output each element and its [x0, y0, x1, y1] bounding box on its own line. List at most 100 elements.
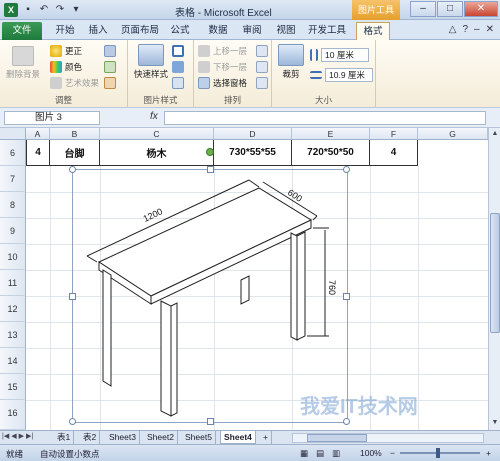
rotate-handle[interactable] — [206, 148, 214, 156]
tab-page-layout[interactable]: 页面布局 — [116, 22, 164, 40]
help-icon[interactable]: ? — [462, 24, 468, 35]
horizontal-scrollbar[interactable] — [292, 433, 484, 443]
vertical-scrollbar[interactable]: ▲ ▼ — [488, 128, 500, 430]
scroll-up-arrow-icon[interactable]: ▲ — [490, 129, 500, 139]
zoom-level[interactable]: 100% — [360, 448, 382, 458]
view-normal-icon[interactable]: ▦ — [300, 448, 308, 459]
minimize-ribbon-icon[interactable]: △ — [449, 24, 457, 35]
prev-sheet-icon[interactable]: ◀ — [11, 432, 16, 440]
sheet-tab-2[interactable]: 表2 — [80, 431, 101, 444]
width-field[interactable]: 10.9 厘米 — [325, 68, 373, 82]
sheet-tab-sheet2[interactable]: Sheet2 — [144, 431, 178, 444]
fx-icon[interactable]: fx — [150, 111, 158, 122]
sheet-tab-1[interactable]: 表1 — [54, 431, 75, 444]
save-icon[interactable]: ▪ — [22, 4, 34, 16]
tab-insert[interactable]: 插入 — [84, 22, 112, 40]
column-header-f[interactable]: F — [370, 128, 418, 140]
customize-qat-icon[interactable]: ▾ — [70, 4, 82, 16]
tab-home[interactable]: 开始 — [48, 22, 82, 40]
cell-a6[interactable]: 4 — [26, 140, 50, 166]
change-picture-button[interactable] — [104, 61, 116, 73]
column-header-g[interactable]: G — [418, 128, 488, 140]
quick-styles-button[interactable]: 快速样式 — [134, 44, 168, 80]
cell-d6[interactable]: 730*55*55 — [214, 140, 292, 166]
view-page-layout-icon[interactable]: ▤ — [316, 448, 324, 459]
worksheet-grid[interactable]: A B C D E F G 6 7 8 9 10 11 12 13 14 15 … — [0, 128, 488, 430]
resize-handle-top[interactable] — [207, 166, 214, 173]
color-button[interactable]: 颜色 — [50, 61, 82, 73]
insert-sheet-icon[interactable]: + — [260, 431, 272, 444]
close-button[interactable]: ✕ — [464, 1, 498, 17]
formula-input[interactable] — [164, 111, 486, 125]
zoom-slider-knob[interactable] — [436, 448, 440, 458]
sheet-tab-sheet4[interactable]: Sheet4 — [220, 431, 256, 444]
reset-picture-button[interactable] — [104, 77, 116, 89]
undo-icon[interactable]: ↶ — [38, 4, 50, 16]
resize-handle-bottom-left[interactable] — [69, 418, 76, 425]
sheet-tab-sheet5[interactable]: Sheet5 — [182, 431, 216, 444]
cell-c6[interactable]: 杨木 — [100, 140, 214, 166]
row-header-12[interactable]: 12 — [0, 296, 26, 322]
vertical-scroll-thumb[interactable] — [490, 213, 500, 333]
tab-developer[interactable]: 开发工具 — [304, 22, 350, 40]
row-header-15[interactable]: 15 — [0, 374, 26, 400]
column-header-c[interactable]: C — [100, 128, 214, 140]
cell-f6[interactable]: 4 — [370, 140, 418, 166]
tab-view[interactable]: 视图 — [272, 22, 300, 40]
zoom-slider[interactable] — [400, 452, 480, 454]
row-header-8[interactable]: 8 — [0, 192, 26, 218]
row-header-16[interactable]: 16 — [0, 400, 26, 430]
bring-forward-button[interactable]: 上移一层 — [198, 45, 247, 57]
sheet-tab-sheet3[interactable]: Sheet3 — [106, 431, 140, 444]
workbook-close-icon[interactable]: ✕ — [486, 24, 494, 35]
first-sheet-icon[interactable]: |◀ — [2, 432, 9, 440]
resize-handle-top-right[interactable] — [343, 166, 350, 173]
horizontal-scroll-thumb[interactable] — [307, 434, 367, 442]
column-header-d[interactable]: D — [214, 128, 292, 140]
tab-data[interactable]: 数据 — [204, 22, 232, 40]
picture-layout-button[interactable] — [172, 77, 184, 89]
row-header-13[interactable]: 13 — [0, 322, 26, 348]
artistic-effects-button[interactable]: 艺术效果 — [50, 77, 99, 89]
excel-app-icon[interactable]: X — [4, 3, 18, 17]
column-header-e[interactable]: E — [292, 128, 370, 140]
row-header-11[interactable]: 11 — [0, 270, 26, 296]
tab-format[interactable]: 格式 — [356, 22, 390, 40]
resize-handle-bottom[interactable] — [207, 418, 214, 425]
last-sheet-icon[interactable]: ▶| — [26, 432, 33, 440]
zoom-in-icon[interactable]: + — [486, 448, 491, 458]
workbook-minimize-icon[interactable]: – — [474, 24, 480, 35]
remove-background-button[interactable]: 删除背景 — [6, 46, 40, 80]
compress-pictures-button[interactable] — [104, 45, 116, 57]
name-box[interactable]: 图片 3 — [4, 111, 100, 125]
resize-handle-top-left[interactable] — [69, 166, 76, 173]
next-sheet-icon[interactable]: ▶ — [19, 432, 24, 440]
row-header-7[interactable]: 7 — [0, 166, 26, 192]
align-button[interactable] — [256, 45, 268, 57]
selection-pane-button[interactable]: 选择窗格 — [198, 77, 247, 89]
height-field[interactable]: 10 厘米 — [321, 48, 369, 62]
corrections-button[interactable]: 更正 — [50, 45, 82, 57]
picture-effects-button[interactable] — [172, 61, 184, 73]
cell-e6[interactable]: 720*50*50 — [292, 140, 370, 166]
crop-button[interactable]: 裁剪 — [278, 44, 304, 80]
select-all-corner[interactable] — [0, 128, 26, 140]
rotate-button[interactable] — [256, 77, 268, 89]
minimize-button[interactable]: – — [410, 1, 436, 17]
group-objects-button[interactable] — [256, 61, 268, 73]
resize-handle-left[interactable] — [69, 293, 76, 300]
table-drawing-picture[interactable]: 1200 600 760 — [69, 166, 350, 425]
row-header-6[interactable]: 6 — [0, 140, 26, 166]
maximize-button[interactable]: □ — [437, 1, 463, 17]
row-header-9[interactable]: 9 — [0, 218, 26, 244]
column-header-a[interactable]: A — [26, 128, 50, 140]
resize-handle-right[interactable] — [343, 293, 350, 300]
send-backward-button[interactable]: 下移一层 — [198, 61, 247, 73]
tab-review[interactable]: 审阅 — [238, 22, 266, 40]
scroll-down-arrow-icon[interactable]: ▼ — [490, 418, 500, 428]
picture-border-button[interactable] — [172, 45, 184, 57]
row-header-10[interactable]: 10 — [0, 244, 26, 270]
row-header-14[interactable]: 14 — [0, 348, 26, 374]
tab-formulas[interactable]: 公式 — [166, 22, 194, 40]
view-page-break-icon[interactable]: ▥ — [332, 448, 340, 459]
